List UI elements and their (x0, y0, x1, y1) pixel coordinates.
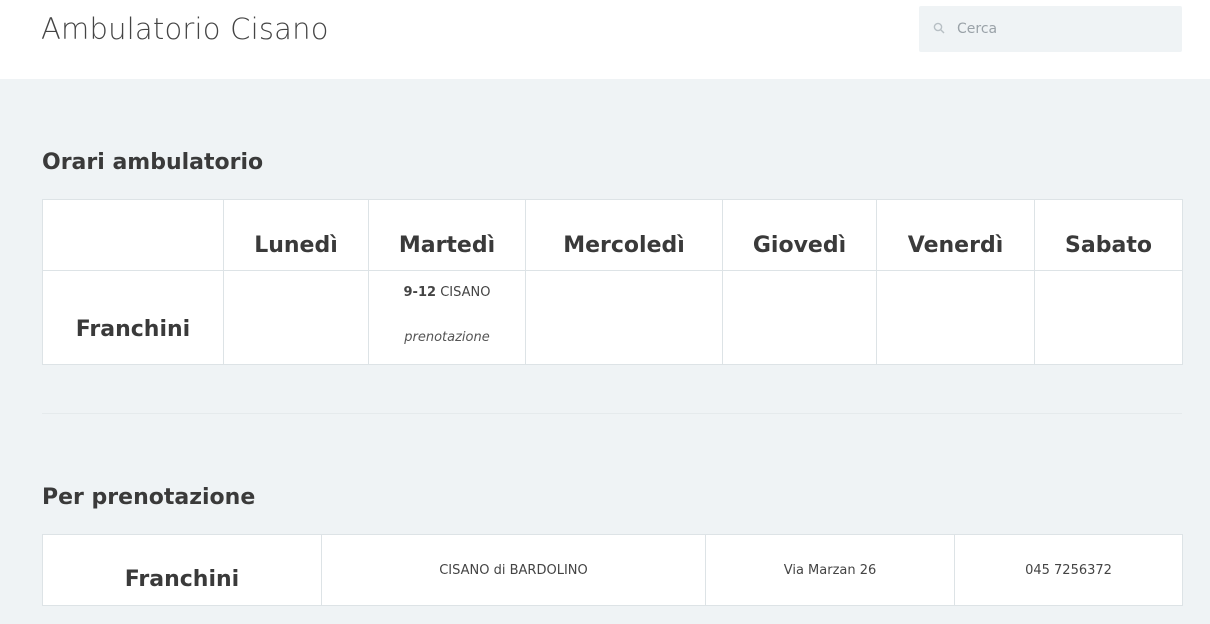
search-input[interactable] (957, 6, 1172, 52)
booking-location: CISANO di BARDOLINO (321, 534, 706, 606)
section-divider (42, 413, 1182, 414)
schedule-cell (876, 270, 1035, 365)
day-header: Sabato (1034, 199, 1183, 271)
booking-address: Via Marzan 26 (705, 534, 955, 606)
site-title[interactable]: Ambulatorio Cisano (41, 12, 329, 46)
day-header: Martedì (368, 199, 526, 271)
search-box[interactable] (919, 6, 1182, 52)
booking-phone[interactable]: 045 7256372 (954, 534, 1183, 606)
day-header: Venerdì (876, 199, 1035, 271)
table-row: Franchini 9-12 CISANO prenotazione (42, 270, 1183, 365)
schedule-cell (525, 270, 723, 365)
schedule-title: Orari ambulatorio (42, 150, 264, 175)
schedule-cell (223, 270, 369, 365)
schedule-cell: 9-12 CISANO prenotazione (368, 270, 526, 365)
doctor-name: Franchini (42, 270, 224, 365)
day-header: Lunedì (223, 199, 369, 271)
schedule-table: Lunedì Martedì Mercoledì Giovedì Venerdì… (42, 199, 1183, 365)
doctor-name: Franchini (42, 534, 322, 606)
slot-place: CISANO (440, 285, 491, 300)
header-empty-cell (42, 199, 224, 271)
day-header: Giovedì (722, 199, 877, 271)
booking-table: Franchini CISANO di BARDOLINO Via Marzan… (42, 534, 1183, 606)
slot-note: prenotazione (404, 330, 490, 345)
time-slot: 9-12 CISANO (369, 285, 525, 300)
schedule-header-row: Lunedì Martedì Mercoledì Giovedì Venerdì… (42, 199, 1183, 271)
day-header: Mercoledì (525, 199, 723, 271)
site-header: Ambulatorio Cisano (0, 0, 1210, 79)
schedule-cell (722, 270, 877, 365)
schedule-cell (1034, 270, 1183, 365)
table-row: Franchini CISANO di BARDOLINO Via Marzan… (42, 534, 1183, 606)
booking-title: Per prenotazione (42, 485, 256, 510)
slot-hours: 9-12 (403, 285, 437, 300)
search-icon (933, 22, 945, 34)
